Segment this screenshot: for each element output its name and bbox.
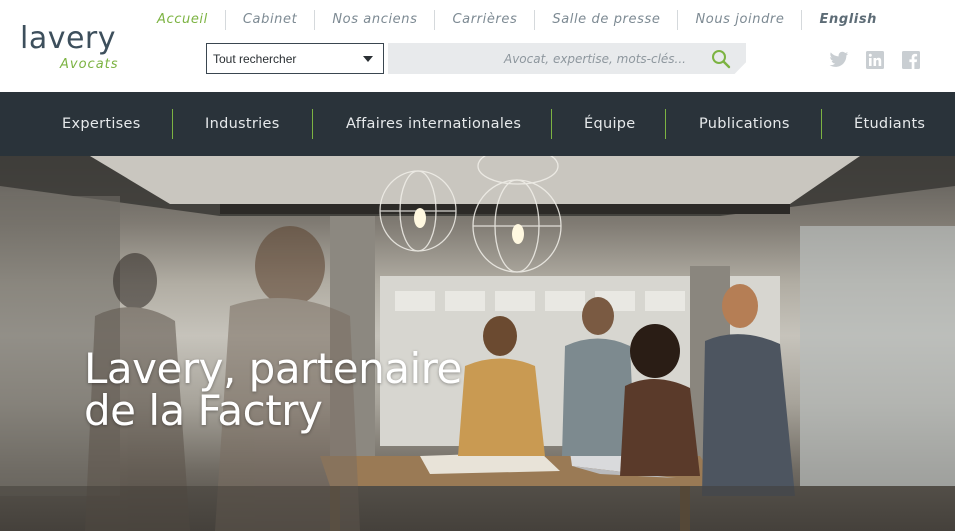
hero-title: Lavery, partenaire de la Factry [84,348,462,432]
site-header: lavery Avocats Accueil Cabinet Nos ancie… [0,0,955,92]
logo-tagline: Avocats [60,57,119,72]
nav-divider [821,109,822,139]
twitter-icon[interactable] [829,51,849,69]
nav-affaires-internationales[interactable]: Affaires internationales [346,92,521,156]
facebook-icon[interactable] [901,51,921,69]
dropdown-caret-icon [363,56,373,62]
search-bar: Tout rechercher [206,43,746,75]
language-switch-english[interactable]: English [801,10,894,30]
top-nav-nous-joindre[interactable]: Nous joindre [677,10,801,30]
top-nav-nos-anciens[interactable]: Nos anciens [314,10,434,30]
nav-publications[interactable]: Publications [699,92,790,156]
search-scope-dropdown[interactable]: Tout rechercher [206,43,384,74]
search-scope-value: Tout rechercher [213,51,297,66]
nav-divider [312,109,313,139]
top-nav-salle-de-presse[interactable]: Salle de presse [534,10,677,30]
search-input[interactable] [388,43,698,74]
lavery-logo[interactable]: lavery Avocats [20,22,140,77]
search-icon[interactable] [710,48,732,70]
nav-divider [551,109,552,139]
hero-title-line-2: de la Factry [84,386,323,435]
top-navigation: Accueil Cabinet Nos anciens Carrières Sa… [140,9,894,31]
hero-banner[interactable]: Lavery, partenaire de la Factry [0,156,955,531]
main-navigation: Expertises Industries Affaires internati… [0,92,955,156]
top-nav-accueil[interactable]: Accueil [140,10,225,30]
nav-equipe[interactable]: Équipe [584,92,636,156]
nav-etudiants[interactable]: Étudiants [854,92,925,156]
nav-divider [665,109,666,139]
linkedin-icon[interactable] [865,51,885,69]
top-nav-carrieres[interactable]: Carrières [434,10,534,30]
logo-wordmark: lavery [20,21,117,56]
search-field-container [388,43,746,74]
nav-industries[interactable]: Industries [205,92,280,156]
top-nav-cabinet[interactable]: Cabinet [224,10,314,30]
nav-expertises[interactable]: Expertises [62,92,141,156]
nav-divider [172,109,173,139]
